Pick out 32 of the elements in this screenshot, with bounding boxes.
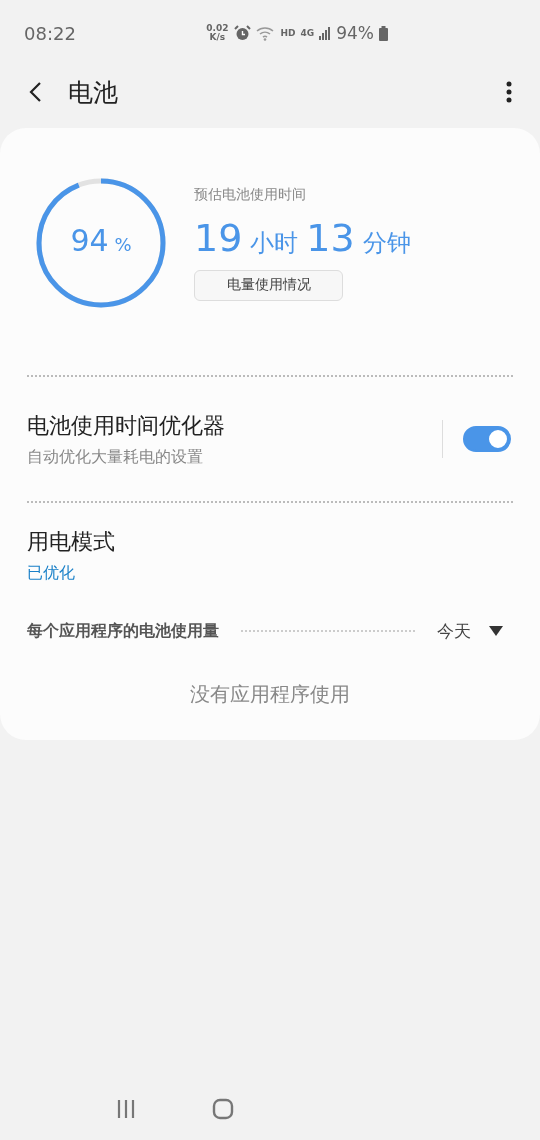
battery-percent-label: 94 %	[69, 223, 133, 258]
wifi-icon	[255, 25, 276, 41]
battery-icon	[379, 25, 388, 41]
battery-usage-button[interactable]: 电量使用情况	[194, 269, 343, 301]
estimate-label: 预估电池使用时间	[194, 185, 306, 204]
network-speed: 0.02 K/s	[206, 24, 229, 42]
minutes-value: 13	[306, 215, 355, 260]
caret-icon	[489, 626, 503, 636]
signal-icon	[319, 26, 332, 40]
hours-value: 19	[194, 215, 243, 260]
home-button[interactable]	[212, 1098, 234, 1120]
setting-title: 用电模式	[27, 527, 116, 556]
setting-row[interactable]: 用电模式 已优化	[27, 503, 513, 607]
battery-percent: 94%	[336, 23, 374, 43]
back-button[interactable]	[28, 81, 42, 103]
alarm-icon	[233, 25, 251, 41]
setting-title: 电池使用时间优化器	[27, 411, 226, 440]
status-time: 08:22	[24, 22, 76, 44]
recent-apps-button[interactable]	[116, 1099, 136, 1119]
empty-message: 没有应用程序使用	[190, 681, 350, 708]
hours-unit: 小时	[250, 227, 299, 259]
toggle-switch[interactable]	[463, 426, 511, 452]
setting-subtitle: 自动优化大量耗电的设置	[27, 446, 204, 468]
setting-row[interactable]: 电池使用时间优化器 自动优化大量耗电的设置	[27, 377, 513, 501]
setting-subtitle: 已优化	[27, 562, 76, 584]
page-title: 电池	[68, 76, 118, 109]
app-usage-label: 每个应用程序的电池使用量	[27, 620, 219, 642]
more-options-button[interactable]	[506, 81, 512, 103]
network-type: 4G	[300, 28, 315, 38]
minutes-unit: 分钟	[362, 227, 411, 259]
hd-label: HD	[280, 28, 296, 38]
period-dropdown[interactable]: 今天	[437, 619, 513, 643]
